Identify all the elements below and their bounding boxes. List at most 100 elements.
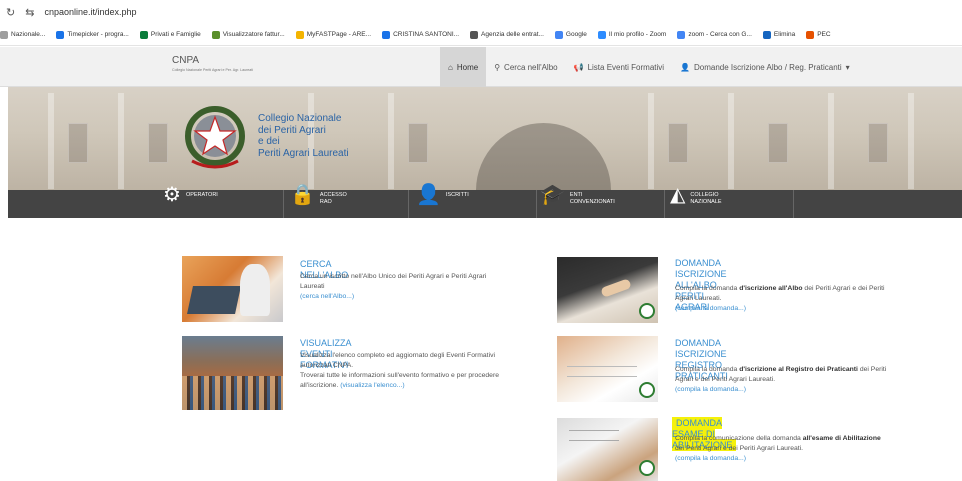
banner-window [148,123,168,163]
card-description: Visualizza l'elenco completo ed aggiorna… [300,352,495,369]
nav-item[interactable]: ⌂ Home [440,47,487,87]
cerca-albo-link[interactable]: (cerca nell'Albo...) [300,293,354,300]
banner-window [668,123,688,163]
menu-label: CONVENZIONATI [569,199,615,205]
menu-label: RAO [319,199,332,205]
card-text: Compila la domanda d'iscrizione all'Albo… [675,284,890,314]
menu-item-iscritti[interactable]: 👤 ISCRITTI [416,185,469,218]
bookmark-label: Privati e Famiglie [150,31,201,38]
search-icon: ⚲ [494,62,501,72]
banner-window [68,123,88,163]
card-description-bold: d'iscrizione all'Albo [739,285,803,292]
browser-page: ↻ ⇆ cnpaonline.it/index.php Nazionale...… [0,0,962,481]
conference-photo[interactable] [182,336,283,410]
card-description: Compila la domanda [675,366,738,373]
bookmark-favicon-icon [597,30,606,39]
quick-menu-bar: ⚙ OPERATORI 🔒 ACCESSO RAO 👤 ISCRITTI 🎓 EN… [8,184,962,218]
url-text[interactable]: cnpaonline.it/index.php [44,7,136,17]
bookmark-label: Timepicker - progra... [67,31,129,38]
bookmark-item[interactable]: Timepicker - progra... [56,30,129,39]
banner-column [728,93,734,189]
bookmark-item[interactable]: Agenzia delle entrat... [470,30,544,39]
bookmark-label: Il mio profilo - Zoom [608,31,667,38]
menu-label: ISCRITTI [445,192,469,198]
banner-column [828,93,834,189]
signing-photo[interactable] [557,257,658,323]
bookmark-item[interactable]: Nazionale... [0,30,46,39]
bookmark-label: PEC [817,31,831,38]
card-description: dei Periti Agrari e dei Periti Agrari La… [675,445,804,452]
nav-item[interactable]: 👤 Domande Iscrizione Albo / Reg. Pratican… [672,47,858,87]
italy-map-icon: ◭ [670,184,686,206]
banner-window [408,123,428,163]
banner-column [118,93,124,189]
chevron-down-icon: ▾ [845,62,850,72]
bookmark-item[interactable]: zoom - Cerca con G... [677,30,752,39]
bookmark-label: Nazionale... [11,31,46,38]
banner-line: dei Periti Agrari [258,124,326,136]
menu-item-collegio-nazionale[interactable]: ◭ COLLEGIO NAZIONALE [670,184,722,218]
card-text: Compila la comunicazione della domanda a… [675,434,890,464]
bookmark-favicon-icon [295,30,304,39]
bookmark-label: Google [565,31,587,38]
address-bar[interactable]: ↻ ⇆ cnpaonline.it/index.php [0,0,962,24]
graduation-cap-icon: 🎓 [540,184,565,206]
lock-icon: 🔒 [290,184,315,206]
bookmark-item[interactable]: PEC [806,30,831,39]
menu-label: OPERATORI [185,192,218,198]
bookmark-item[interactable]: Il mio profilo - Zoom [597,30,667,39]
card-description-bold: d'iscrizione al Registro dei Praticanti [739,366,858,373]
bookmark-favicon-icon [806,30,815,39]
bookmark-item[interactable]: Elimina [762,30,796,39]
reload-icon[interactable]: ↻ [6,6,15,19]
header-banner: Collegio Nazionale dei Periti Agrari e d… [8,87,962,190]
bookmark-favicon-icon [677,30,686,39]
bookmark-item[interactable]: Visualizzatore fattur... [211,30,285,39]
checklist-photo[interactable] [557,418,658,481]
laptop-photo[interactable] [182,256,283,322]
iscrizione-albo-link[interactable]: (compila la domanda...) [675,305,746,312]
banner-column [648,93,654,189]
banner-arch [476,123,611,190]
menu-divider [536,190,537,218]
banner-line: e dei [258,136,280,147]
bookmark-label: CRISTINA SANTONI... [393,31,460,38]
bookmark-item[interactable]: Google [554,30,587,39]
gear-icon: ⚙ [163,184,181,206]
eventi-link[interactable]: (visualizza l'elenco...) [340,382,404,389]
brand-subtitle: Collegio Nazionale Periti Agrari e Per. … [172,68,254,72]
banner-column [388,93,394,189]
menu-divider [408,190,409,218]
registro-link[interactable]: (compila la domanda...) [675,386,746,393]
menu-item-operatori[interactable]: ⚙ OPERATORI [163,184,218,218]
main-nav: ⌂ Home ⚲ Cerca nell'Albo 📢 Lista Eventi Forma… [440,47,858,87]
site-navbar: CNPA Collegio Nazionale Periti Agrari e … [0,47,962,87]
nav-item-label: Home [456,62,479,72]
bookmark-item[interactable]: CRISTINA SANTONI... [382,30,460,39]
esame-link[interactable]: (compila la domanda...) [675,455,746,462]
nav-item[interactable]: 📢 Lista Eventi Formativi [566,47,672,87]
bookmark-favicon-icon [554,30,563,39]
seal-icon [639,382,655,398]
bookmark-item[interactable]: MyFASTPage - ARE... [295,30,371,39]
italian-emblem-icon [185,106,245,169]
menu-item-accesso-rao[interactable]: 🔒 ACCESSO RAO [290,184,347,218]
nav-item[interactable]: ⚲ Cerca nell'Albo [486,47,565,87]
site-info-icon[interactable]: ⇆ [25,6,34,19]
banner-window [768,123,788,163]
bookmark-label: zoom - Cerca con G... [688,31,752,38]
bookmark-favicon-icon [211,30,220,39]
menu-label: COLLEGIO [690,192,719,198]
menu-divider [283,190,284,218]
bookmark-label: Agenzia delle entrat... [481,31,544,38]
brand-title[interactable]: CNPA [172,55,253,66]
menu-item-enti-convenzionati[interactable]: 🎓 ENTI CONVENZIONATI [540,184,615,218]
site-brand[interactable]: CNPA Collegio Nazionale Periti Agrari e … [172,55,253,72]
form-photo[interactable] [557,336,658,402]
bookmark-favicon-icon [470,30,479,39]
banner-line: Collegio Nazionale [258,113,342,124]
bookmark-label: Elimina [773,31,796,38]
bookmark-item[interactable]: Privati e Famiglie [139,30,201,39]
bookmark-favicon-icon [139,30,148,39]
menu-divider [793,190,794,218]
